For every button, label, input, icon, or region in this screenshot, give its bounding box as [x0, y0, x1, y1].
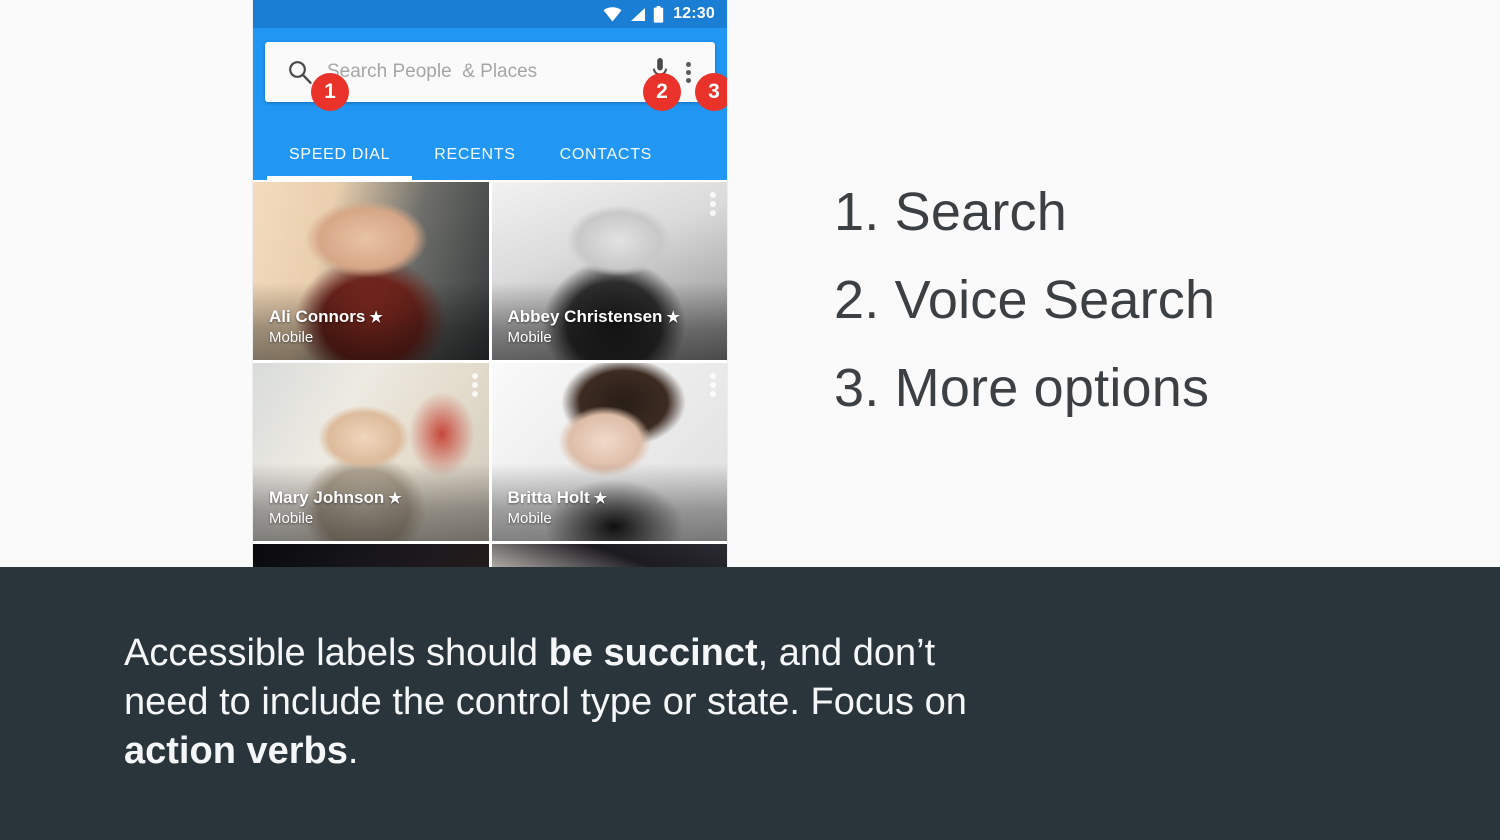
contact-card-text: Mary Johnson ★ Mobile — [269, 488, 402, 527]
contact-card-partial[interactable] — [491, 544, 727, 567]
caption-part-1: Accessible labels should — [124, 632, 549, 674]
callout-badge-1: 1 — [311, 73, 349, 111]
contact-subtitle: Mobile — [507, 510, 552, 527]
contact-card[interactable]: Ali Connors ★ Mobile — [253, 182, 489, 360]
contact-photo — [491, 544, 727, 567]
contact-name-label: Mary Johnson — [269, 488, 385, 507]
legend-item-2: 2. Voice Search — [834, 270, 1216, 330]
favorite-star-icon: ★ — [666, 309, 680, 326]
contact-card[interactable]: Mary Johnson ★ Mobile — [253, 363, 489, 541]
card-more-vert-icon[interactable] — [710, 373, 716, 397]
tab-recents-label: RECENTS — [434, 146, 516, 163]
contact-photo — [253, 544, 489, 567]
legend-item-1: 1. Search — [834, 182, 1067, 242]
caption-part-3: . — [347, 730, 359, 772]
tab-recents[interactable]: RECENTS — [412, 146, 537, 180]
contact-card[interactable]: Abbey Christensen ★ Mobile — [491, 182, 727, 360]
more-vert-icon[interactable] — [686, 61, 691, 83]
favorite-star-icon: ★ — [369, 309, 383, 326]
search-icon[interactable] — [287, 59, 313, 85]
contact-name: Ali Connors ★ — [269, 307, 383, 327]
contact-card-text: Ali Connors ★ Mobile — [269, 307, 383, 346]
contact-grid: Ali Connors ★ Mobile Abbey Christensen ★ M… — [253, 180, 727, 567]
footer-banner: Accessible labels should be succinct, an… — [0, 567, 1500, 840]
callout-badge-2: 2 — [643, 73, 681, 111]
contact-subtitle: Mobile — [269, 510, 314, 527]
status-bar: 12:30 — [253, 0, 727, 28]
app-bar: Search People & Places 1 2 3 — [253, 28, 727, 116]
caption-emphasis-2: action verbs — [124, 730, 348, 772]
favorite-star-icon: ★ — [593, 490, 608, 507]
wifi-icon — [603, 6, 622, 21]
contact-name: Mary Johnson ★ — [269, 488, 402, 508]
battery-icon — [653, 5, 664, 23]
phone-mockup: 12:30 Search People & Places 1 2 3 SPEED… — [252, 0, 728, 567]
search-input-placeholder[interactable]: Search People & Places — [327, 61, 652, 83]
tab-speed-dial-label: SPEED DIAL — [289, 146, 391, 163]
caption-text: Accessible labels should be succinct, an… — [124, 629, 984, 776]
tab-bar: SPEED DIAL RECENTS CONTACTS — [253, 116, 727, 180]
contact-card-text: Abbey Christensen ★ Mobile — [508, 307, 680, 346]
tab-speed-dial[interactable]: SPEED DIAL — [267, 146, 413, 180]
contact-name-label: Abbey Christensen — [507, 307, 663, 326]
contact-name-label: Britta Holt — [507, 488, 590, 507]
tab-contacts[interactable]: CONTACTS — [538, 146, 674, 180]
card-more-vert-icon[interactable] — [710, 192, 716, 216]
contact-card-partial[interactable] — [253, 544, 489, 567]
caption-emphasis-1: be succinct — [548, 632, 758, 674]
card-more-vert-icon[interactable] — [471, 373, 478, 397]
contact-subtitle: Mobile — [269, 329, 314, 346]
status-bar-time: 12:30 — [673, 5, 715, 22]
legend-item-3: 3. More options — [834, 358, 1210, 418]
contact-name-label: Ali Connors — [269, 307, 366, 326]
contact-name: Abbey Christensen ★ — [508, 307, 680, 327]
contact-subtitle: Mobile — [507, 329, 552, 346]
callout-legend: 1. Search 2. Voice Search 3. More option… — [834, 168, 1394, 432]
contact-card-text: Britta Holt ★ Mobile — [508, 488, 608, 527]
contact-name: Britta Holt ★ — [508, 488, 608, 508]
tab-contacts-label: CONTACTS — [559, 146, 653, 163]
callout-badge-3: 3 — [695, 73, 727, 111]
favorite-star-icon: ★ — [388, 490, 402, 507]
cellular-signal-icon — [631, 7, 646, 21]
contact-card[interactable]: Britta Holt ★ Mobile — [491, 363, 727, 541]
screenshot-root: 12:30 Search People & Places 1 2 3 SPEED… — [0, 0, 1500, 840]
